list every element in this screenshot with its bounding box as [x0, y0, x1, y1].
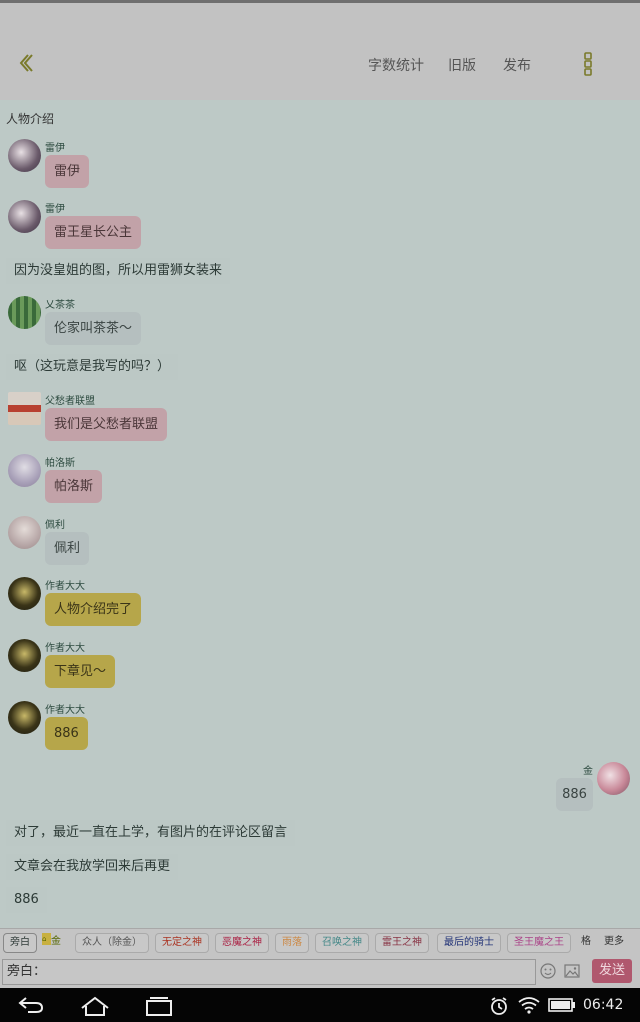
avatar[interactable] — [8, 200, 41, 233]
narration-text: 因为没皇姐的图，所以用雷狮女装来 — [6, 258, 231, 284]
role-chip[interactable]: 格 — [577, 933, 595, 953]
avatar[interactable] — [8, 516, 41, 549]
sender-name: 帕洛斯 — [45, 458, 75, 469]
send-button[interactable]: 发送 — [592, 959, 632, 983]
message-bubble: 886 — [556, 778, 593, 811]
avatar[interactable] — [8, 639, 41, 672]
old-version-button[interactable]: 旧版 — [448, 55, 476, 75]
role-chip[interactable]: 雨落 — [275, 933, 309, 953]
more-menu-icon[interactable] — [578, 51, 598, 77]
role-chip[interactable]: 无定之神 — [155, 933, 209, 953]
avatar[interactable] — [8, 139, 41, 172]
role-chip[interactable]: 众人（除金） — [75, 933, 149, 953]
avatar[interactable] — [8, 454, 41, 487]
emoji-icon[interactable] — [540, 963, 556, 979]
role-chip[interactable]: 圣王魔之王 — [507, 933, 571, 953]
role-chip[interactable]: 恶魔之神 — [215, 933, 269, 953]
sender-name: 金 — [583, 766, 593, 777]
role-chip[interactable]: 雷王之神 — [375, 933, 429, 953]
wifi-icon — [518, 997, 540, 1014]
section-title: 人物介绍 — [6, 112, 55, 126]
sender-name: 父愁者联盟 — [45, 396, 95, 407]
narration-text: 对了，最近一直在上学，有图片的在评论区留言 — [6, 820, 296, 846]
sender-name: 作者大大 — [45, 581, 85, 592]
sender-name: 作者大大 — [45, 705, 85, 716]
system-nav-bar: 06:42 — [0, 988, 640, 1022]
home-icon[interactable] — [80, 996, 110, 1016]
message-bubble: 人物介绍完了 — [45, 593, 142, 626]
message-bubble: 下章见～ — [45, 655, 116, 688]
sender-name: 雷伊 — [45, 204, 65, 215]
avatar[interactable] — [8, 296, 41, 329]
sender-name: 作者大大 — [45, 643, 85, 654]
sender-name: 雷伊 — [45, 143, 65, 154]
avatar[interactable] — [8, 701, 41, 734]
avatar[interactable] — [8, 577, 41, 610]
top-toolbar: 字数统计 旧版 发布 — [0, 3, 640, 100]
message-bubble: 伦家叫茶茶～ — [45, 312, 142, 345]
message-bubble: 帕洛斯 — [45, 470, 103, 503]
sender-name: 佩利 — [45, 520, 65, 531]
image-icon[interactable] — [564, 963, 580, 979]
role-chip[interactable]: 召唤之神 — [315, 933, 369, 953]
status-time: 06:42 — [583, 997, 624, 1013]
back-chevron-icon[interactable] — [14, 51, 38, 75]
narration-text: 886 — [6, 887, 47, 913]
role-chip[interactable]: 最后的骑士 — [437, 933, 501, 953]
more-roles-button[interactable]: 更多 — [598, 933, 630, 953]
avatar[interactable] — [597, 762, 630, 795]
message-bubble: 雷王星长公主 — [45, 216, 142, 249]
avatar[interactable] — [8, 392, 41, 425]
message-bubble: 雷伊 — [45, 155, 90, 188]
role-chip[interactable]: ⌂ 金 — [40, 933, 63, 953]
message-bubble: 886 — [45, 717, 88, 750]
message-bubble: 我们是父愁者联盟 — [45, 408, 168, 441]
narration-text: 呕（这玩意是我写的吗？） — [6, 354, 179, 380]
sender-name: 乂茶茶 — [45, 300, 75, 311]
publish-button[interactable]: 发布 — [503, 55, 531, 75]
narration-text: 文章会在我放学回来后再更 — [6, 854, 179, 880]
compose-bar: 旁白 ⌂ 金 众人（除金） 无定之神 恶魔之神 雨落 召唤之神 雷王之神 最后的骑… — [0, 928, 640, 988]
battery-icon — [548, 998, 575, 1012]
recent-apps-icon[interactable] — [144, 996, 174, 1016]
role-chip[interactable]: 旁白 — [3, 933, 37, 953]
back-icon[interactable] — [18, 996, 44, 1014]
message-input[interactable]: 旁白： — [2, 959, 536, 985]
alarm-icon — [491, 997, 507, 1015]
message-bubble: 佩利 — [45, 532, 90, 565]
word-count-button[interactable]: 字数统计 — [368, 55, 424, 75]
